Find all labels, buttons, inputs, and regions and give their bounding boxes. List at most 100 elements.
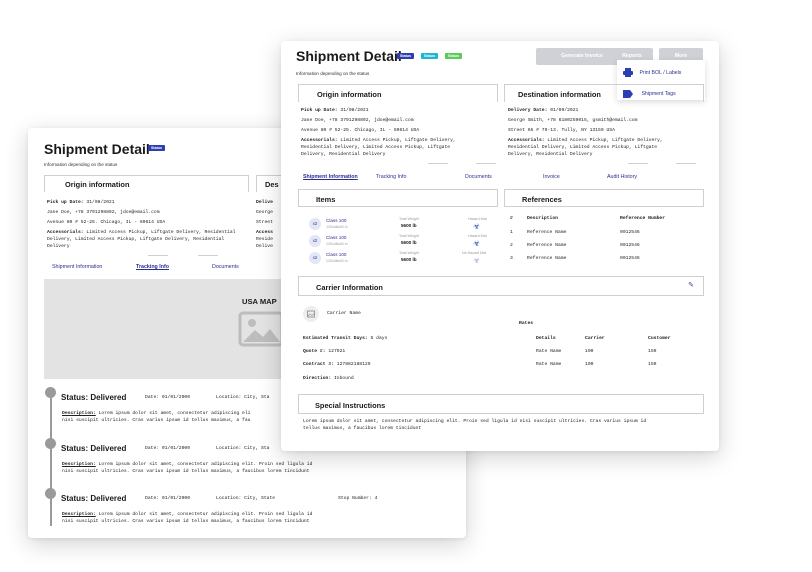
image-placeholder-icon [238,311,284,347]
pickup-label: Pick up Date: [301,108,338,113]
dest-address: Street 65 # 79-13. Tully, NY 13159 USA [508,128,615,133]
timeline-location: Location: City, State [216,496,276,501]
rate-customer: 150 [648,362,657,367]
divider [628,163,648,164]
dest-acc-line: Limited Access Pickup, Liftgate Delivery… [547,138,663,143]
contract-label: Contract #: [303,362,334,367]
divider [476,163,496,164]
origin-header: Origin information [298,84,498,102]
carrier-heading: Carrier Information [316,283,383,292]
ref-col-desc: Description [527,216,558,221]
item-row: x2 Class 100 120x48x40 In Total Weight 5… [306,251,496,267]
rate-customer: 150 [648,349,657,354]
ref-desc: Reference Name [527,230,567,235]
item-tw-label: Total Weight [399,217,419,221]
divider [148,255,168,256]
item-tw: 5600 lb [401,240,417,245]
origin-heading: Origin information [317,90,382,99]
ref-desc: Reference Name [527,243,567,248]
timeline-node [45,488,56,499]
back-dest-line: Street [256,220,273,225]
menu-item-print-label: Print BOL / Labels [639,69,682,76]
back-tab-documents[interactable]: Documents [212,264,239,270]
quote-number: Quote #: 127921 [303,348,345,355]
dest-acc-line: Residential Delivery, Limited Access Pic… [508,145,658,150]
back-origin-contact: Jane Doe, +78 3791298892, jdoe@email.com [47,210,160,215]
item-hazard-label: No Hazard Mat [462,251,487,255]
ref-num: 2 [510,243,513,248]
status-badge: Status [397,53,414,59]
item-dims: 120x48x40 In [326,225,348,229]
rates-heading: Rates [519,321,534,326]
hazard-icon: ☣ [473,256,481,265]
desc-label: Description: [62,512,96,517]
back-status-badge: Status [148,145,165,151]
back-origin-details: Pick up Date: 31/08/2021 Jane Doe, +78 3… [47,199,247,250]
dest-contact: George Smith, +78 6180259015, gsmith@ema… [508,118,638,123]
transit-days: Estimated Transit Days: 5 days [303,335,387,342]
item-qty: x2 [309,218,321,230]
tab-invoice[interactable]: Invoice [543,174,560,180]
quote-value: 127921 [328,349,346,354]
page-title: Shipment Detail [296,48,402,64]
item-hazard-label: Hazard Mat [468,217,487,221]
special-instructions-text: Lorem ipsum dolor sit amet, consectetur … [303,418,646,432]
desc-text: nisi suscipit ultricies. Cras varius ips… [62,469,310,474]
divider [198,255,218,256]
origin-address: Avenue 80 # 52-25. Chicago, IL - 60614 U… [301,128,420,133]
tab-audit-history[interactable]: Audit History [607,174,637,180]
rate-carrier: 100 [585,362,594,367]
hazard-icon: ☣ [473,239,481,248]
rate-name: Rate Name [536,362,562,367]
origin-acc-line: Delivery, Residential Delivery [301,152,386,157]
back-pickup-date: 31/08/2021 [86,200,115,205]
back-tab-tracking-info[interactable]: Tracking Info [136,264,169,270]
timeline-date: Date: 01/01/2000 [145,496,191,501]
edit-pencil-icon[interactable]: ✎ [688,281,694,289]
tab-documents[interactable]: Documents [465,174,492,180]
hazard-icon: ☣ [473,222,481,231]
item-tw-label: Total Weight [399,234,419,238]
subtitle: Information depending on the status [296,71,370,76]
desc-text: Lorem ipsum dolor sit amet, consectetur … [98,512,313,517]
desc-label: Description: [62,462,96,467]
tab-shipment-information[interactable]: Shipment Information [303,174,358,180]
ref-num: 1 [510,230,513,235]
special-line: tellus maximus, a faucibus lorem tincidu… [303,426,422,431]
item-qty: x2 [309,235,321,247]
direction-value: Inbound [333,376,354,381]
timeline-line [50,388,52,526]
map-label: USA MAP [242,297,277,306]
delivery-label: Delivery Date: [508,108,548,113]
menu-item-print[interactable]: Print BOL / Labels [623,64,681,82]
timeline-node [45,387,56,398]
transit-value: 5 days [370,336,388,341]
transit-label: Estimated Transit Days: [303,336,368,341]
item-class: Class 100 [326,235,347,240]
front-shipment-detail-card: Shipment Detail Status Status Status Inf… [281,41,719,451]
printer-icon [623,68,633,78]
special-line: Lorem ipsum dolor sit amet, consectetur … [303,419,647,424]
desc-text: Lorem ipsum dolor sit amet, consectetur … [98,462,313,467]
back-page-title: Shipment Detail [44,141,150,157]
origin-acc-label: Accessorials: [301,138,338,143]
ref-number: 0012546 [620,256,640,261]
back-dest-line: Delive [256,200,273,205]
timeline-date: Date: 01/01/2000 [145,395,191,400]
timeline-description: Description: Lorem ipsum dolor sit amet,… [62,410,251,424]
back-tab-shipment-information[interactable]: Shipment Information [52,264,102,270]
item-row: x2 Class 100 120x48x40 In Total Weight 5… [306,217,496,233]
items-header: Items [298,189,498,207]
items-heading: Items [316,195,336,204]
timeline-description: Description: Lorem ipsum dolor sit amet,… [62,461,312,475]
back-dest-details: Delive George Street Access Reside Deliv… [256,199,273,250]
desc-text: nisi suscipit ultricies. Cras varius ips… [62,519,310,524]
carrier-logo-icon [307,310,315,318]
origin-acc-line: Residential Delivery, Limited Access Pic… [301,145,451,150]
back-subtitle: Information depending on the status [44,162,118,167]
desc-text: nisi suscipit ultricies. Cras varius ips… [62,418,251,423]
tab-tracking-info[interactable]: Tracking Info [376,174,406,180]
item-class: Class 100 [326,252,347,257]
desc-text: Lorem ipsum dolor sit amet, consectetur … [98,411,251,416]
timeline-location: Location: City, Sta [216,446,270,451]
